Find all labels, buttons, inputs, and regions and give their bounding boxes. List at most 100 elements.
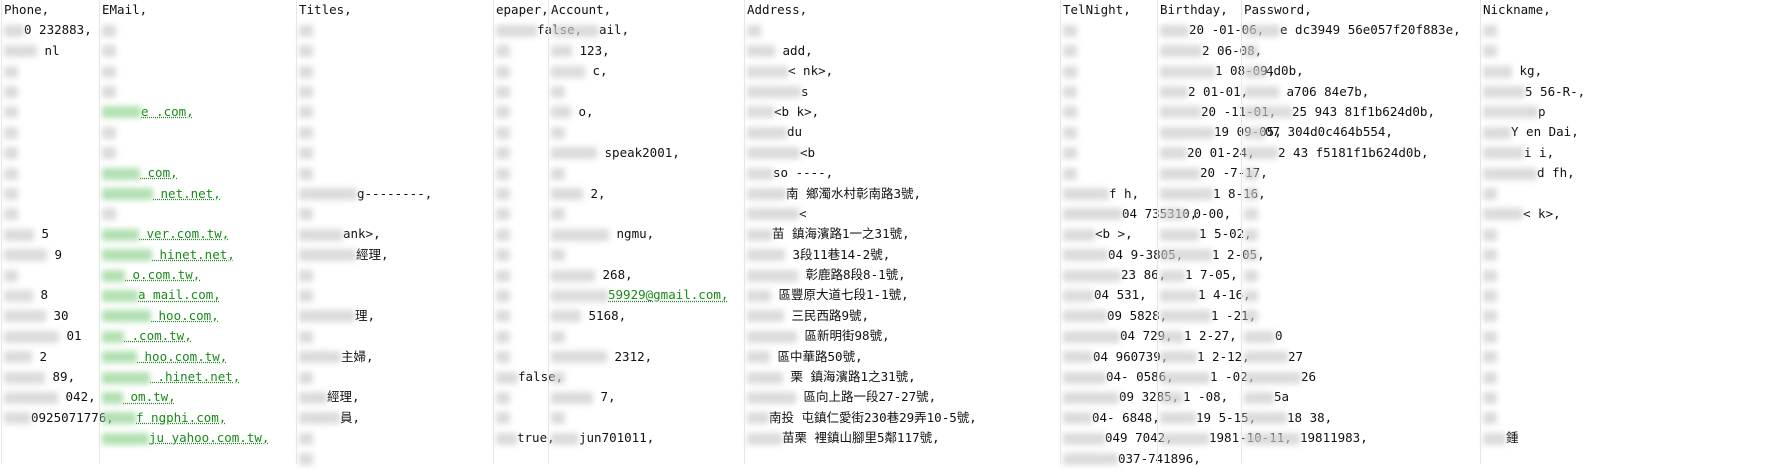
redaction-mask xyxy=(102,228,139,241)
cell-text: 07 304d0c464b554, xyxy=(1265,124,1393,140)
email-link-cell[interactable]: com, xyxy=(102,163,297,183)
cell-text: com, xyxy=(140,165,178,181)
redaction-mask xyxy=(551,126,565,139)
cell-address xyxy=(747,20,1062,40)
redaction-mask xyxy=(1160,391,1183,404)
redaction-mask xyxy=(1063,269,1121,282)
cell-address: 南投 屯鎮仁愛街230巷29弄10-5號, xyxy=(747,408,1062,428)
cell-telnight: 04 729, xyxy=(1063,326,1173,346)
redaction-mask xyxy=(496,269,510,282)
email-link-cell[interactable]: o.com.tw, xyxy=(102,265,297,285)
column-divider xyxy=(99,0,100,464)
redaction-mask xyxy=(1244,371,1301,384)
redaction-mask xyxy=(496,371,518,384)
redaction-mask xyxy=(551,391,593,404)
redaction-mask xyxy=(1244,126,1265,139)
column-divider xyxy=(296,0,297,464)
cell-password: 0 xyxy=(1244,326,1480,346)
cell-account: jun701011, xyxy=(551,428,746,448)
cell-text: ngmu, xyxy=(609,226,655,242)
cell-epaper: false, xyxy=(496,367,563,387)
email-link-cell[interactable]: ju yahoo.com.tw, xyxy=(102,428,297,448)
redaction-mask xyxy=(1244,330,1275,343)
email-link-cell[interactable]: e .com, xyxy=(102,102,297,122)
header-cell-account: Account, xyxy=(551,2,612,17)
column-phone: Phone, 0 232883, nl 5 9 8 30 01 2 89, 042… xyxy=(4,0,114,428)
cell-birthday: 1 2-27, xyxy=(1160,326,1243,346)
cell-titles: 理, xyxy=(299,306,494,326)
redaction-mask xyxy=(102,106,141,119)
cell-text: ver.com.tw, xyxy=(139,226,230,242)
redaction-mask xyxy=(551,45,572,58)
email-link-cell[interactable]: .hinet.net, xyxy=(102,367,297,387)
cell-telnight xyxy=(1063,82,1159,102)
redaction-mask xyxy=(496,24,537,37)
cell-account: 5168, xyxy=(551,306,746,326)
redaction-mask xyxy=(1160,310,1211,323)
redaction-mask xyxy=(1244,24,1280,37)
cell-text: hoo.com.tw, xyxy=(137,348,228,364)
cell-nickname xyxy=(1483,285,1791,305)
header-cell-address: Address, xyxy=(747,2,808,17)
redaction-mask xyxy=(102,412,136,425)
redaction-mask xyxy=(1063,371,1106,384)
cell-text: 7, xyxy=(593,389,616,405)
cell-address: 區豐原大道七段1-1號, xyxy=(747,285,1062,305)
email-link-cell[interactable]: 59929@gmail.com, xyxy=(551,285,746,305)
cell-text: e .com, xyxy=(141,103,194,119)
redaction-mask xyxy=(1244,65,1266,78)
cell-password xyxy=(1244,285,1480,305)
cell-epaper xyxy=(496,102,551,122)
cell-password xyxy=(1244,245,1480,265)
cell-titles xyxy=(299,326,494,346)
email-link-cell[interactable]: f ngphi.com, xyxy=(102,408,297,428)
cell-account xyxy=(551,367,746,387)
cell-phone: 2 xyxy=(4,347,99,367)
email-link-cell[interactable]: a mail.com, xyxy=(102,285,297,305)
cell-epaper xyxy=(496,347,551,367)
email-link-cell[interactable]: hoo.com, xyxy=(102,306,297,326)
redaction-mask xyxy=(747,371,783,384)
redaction-mask xyxy=(747,249,785,262)
redaction-mask xyxy=(551,289,608,302)
email-link-cell[interactable]: hinet.net, xyxy=(102,245,297,265)
redaction-mask xyxy=(1063,147,1077,160)
cell-text: f ngphi.com, xyxy=(136,409,227,425)
email-link-cell[interactable]: hoo.com.tw, xyxy=(102,347,297,367)
email-link-cell[interactable]: om.tw, xyxy=(102,387,297,407)
cell-address: <b k>, xyxy=(747,102,1062,122)
cell-nickname xyxy=(1483,408,1791,428)
cell-nickname: p xyxy=(1483,102,1791,122)
cell-text: a mail.com, xyxy=(138,287,221,303)
email-link-cell[interactable]: ver.com.tw, xyxy=(102,224,297,244)
cell-epaper xyxy=(496,163,551,183)
cell-account: 7, xyxy=(551,387,746,407)
email-link-cell[interactable]: .com.tw, xyxy=(102,326,297,346)
cell-phone: 0 232883, xyxy=(4,20,99,40)
cell-text: p xyxy=(1538,103,1546,119)
redaction-mask xyxy=(102,330,124,343)
cell-text: ju yahoo.com.tw, xyxy=(149,430,270,446)
cell-nickname xyxy=(1483,224,1791,244)
cell-text: 2, xyxy=(583,185,606,201)
cell-nickname: kg, xyxy=(1483,61,1791,81)
cell-birthday: 19 09-05, xyxy=(1160,122,1282,142)
cell-telnight xyxy=(1063,102,1159,122)
redaction-mask xyxy=(4,126,18,139)
redaction-mask xyxy=(747,188,786,201)
cell-password: 5a xyxy=(1244,387,1480,407)
cell-text: 南投 屯鎮仁愛街230巷29弄10-5號, xyxy=(769,409,977,425)
redaction-mask xyxy=(747,208,799,221)
email-link-cell[interactable]: net.net, xyxy=(102,184,297,204)
redaction-mask xyxy=(102,86,116,99)
redaction-mask xyxy=(1483,167,1537,180)
cell-account: ail, xyxy=(551,20,746,40)
cell-text: 三民西路9號, xyxy=(784,307,870,323)
cell-account xyxy=(551,326,746,346)
redaction-mask xyxy=(1160,147,1187,160)
redaction-mask xyxy=(747,269,798,282)
cell-text: 2312, xyxy=(607,348,653,364)
redaction-mask xyxy=(4,289,33,302)
cell-telnight: 09 3285, xyxy=(1063,387,1179,407)
cell-telnight: 04 531, xyxy=(1063,285,1159,305)
